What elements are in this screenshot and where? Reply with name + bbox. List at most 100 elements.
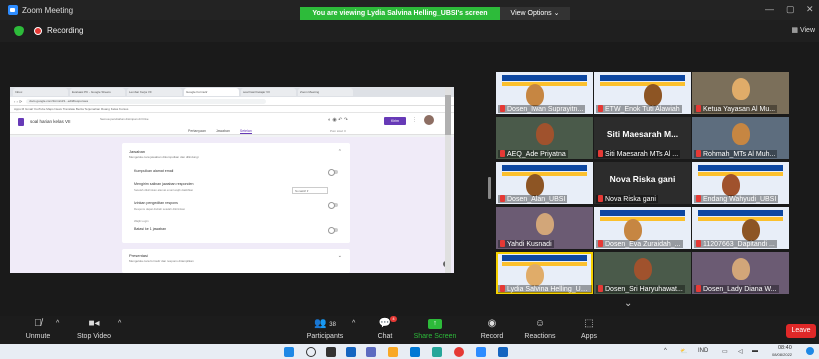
- meeting-toolbar: 🎙̸ Unmute ^ ■◂ Stop Video ^ 👥 38 Partici…: [0, 316, 819, 344]
- language-indicator[interactable]: IND: [698, 348, 708, 354]
- participant-name-label: Dosen_Eva Zuraidah_...: [596, 240, 683, 248]
- microphone-muted-icon: [598, 240, 603, 247]
- close-button[interactable]: ✕: [806, 4, 814, 15]
- record-button[interactable]: ◉ Record: [474, 316, 510, 340]
- browser-tab: Evaluasi PK - Google Sheets: [70, 88, 125, 96]
- volume-icon[interactable]: ◁: [738, 348, 743, 355]
- record-icon: ◉: [487, 318, 497, 329]
- zoom-taskbar-icon[interactable]: [476, 347, 486, 357]
- share-screen-button[interactable]: ↑ Share Screen: [410, 316, 460, 340]
- microphone-muted-icon: [500, 195, 505, 202]
- participant-tile[interactable]: Rohmah_MTs Al Muh...: [692, 117, 789, 159]
- clock-date[interactable]: 08/08/2022: [772, 352, 792, 357]
- chat-button[interactable]: 💬 4 Chat: [370, 316, 400, 340]
- chrome-icon[interactable]: [454, 347, 464, 357]
- file-explorer-icon[interactable]: [388, 347, 398, 357]
- setting-label: Izinkan pengeditan respons: [134, 201, 178, 205]
- participant-name: Dosen_Iwan Suprayitn...: [507, 106, 584, 113]
- participant-tile[interactable]: Endang Wahyudi_UBSI: [692, 162, 789, 204]
- participant-tile[interactable]: Siti Maesarah M... Siti Maesarah MTs Al .…: [594, 117, 691, 159]
- participant-name: Ketua Yayasan Al Mu...: [703, 106, 776, 113]
- participant-video-face: [742, 219, 760, 241]
- webinar-poster-image: [692, 162, 789, 194]
- participant-name: AEQ_Ade Priyatna: [507, 151, 566, 158]
- participant-tile[interactable]: Lydia Salvina Helling_UBSI: [496, 252, 593, 294]
- participant-tile[interactable]: Nova Riska gani Nova Riska gani: [594, 162, 691, 204]
- shield-icon[interactable]: [14, 26, 24, 36]
- participant-tile[interactable]: Ketua Yayasan Al Mu...: [692, 72, 789, 114]
- recording-label[interactable]: Recording: [47, 26, 83, 35]
- section-desc: Mengelola cara formulir dan respons dita…: [129, 259, 194, 263]
- reactions-button[interactable]: ☺ Reactions: [518, 316, 562, 340]
- microphone-muted-icon: [500, 150, 505, 157]
- participant-tile[interactable]: Dosen_Lady Diana W...: [692, 252, 789, 294]
- network-icon[interactable]: ▭: [722, 348, 728, 355]
- participant-name: Lydia Salvina Helling_UBSI: [507, 286, 592, 293]
- search-icon[interactable]: [306, 347, 316, 357]
- view-button[interactable]: ▦ View: [791, 26, 815, 34]
- shared-screen: Inbox Evaluasi PK - Google Sheets Lembar…: [10, 87, 454, 273]
- store-icon[interactable]: [410, 347, 420, 357]
- participant-tile[interactable]: Dosen_Sri Haryuhawat...: [594, 252, 691, 294]
- stop-video-button[interactable]: ■◂ Stop Video: [72, 316, 116, 340]
- participant-name: Dosen_Eva Zuraidah_...: [605, 241, 681, 248]
- avatar: [424, 115, 434, 125]
- microphone-muted-icon: [500, 105, 505, 112]
- battery-icon[interactable]: ▬: [752, 348, 758, 354]
- participant-tile[interactable]: Dosen_Iwan Suprayitn...: [496, 72, 593, 114]
- participant-tile[interactable]: AEQ_Ade Priyatna: [496, 117, 593, 159]
- clock-time[interactable]: 08:40: [778, 345, 792, 351]
- participant-tile[interactable]: Dosen_Eva Zuraidah_...: [594, 207, 691, 249]
- video-options-chevron-icon[interactable]: ^: [118, 320, 121, 327]
- send-button: Kirim: [384, 117, 406, 125]
- app-title: Zoom Meeting: [8, 5, 73, 15]
- chat-app-icon[interactable]: [366, 347, 376, 357]
- participant-name: 11207663_Dapitandi ...: [703, 241, 775, 248]
- participant-name-label: Endang Wahyudi_UBSI: [694, 195, 779, 203]
- participant-name-label: Siti Maesarah MTs Al ...: [596, 150, 681, 158]
- tab-questions: Pertanyaan: [188, 129, 206, 133]
- edge-icon[interactable]: [432, 347, 442, 357]
- participant-name-label: 11207663_Dapitandi ...: [694, 240, 777, 248]
- form-tabs: Pertanyaan Jawaban Setelan: [188, 129, 252, 134]
- participants-chevron-icon[interactable]: ^: [352, 320, 355, 327]
- participant-name: ETW_Enok Tuti Alawiah: [605, 106, 680, 113]
- microphone-muted-icon: [500, 285, 505, 292]
- address-bar: ‹ › ⟳ docs.google.com/forms/d/1...edit#r…: [10, 97, 454, 106]
- onedrive-icon[interactable]: ⛅: [680, 348, 687, 355]
- splitter-handle[interactable]: [488, 177, 491, 199]
- audio-options-chevron-icon[interactable]: ^: [56, 320, 59, 327]
- minimize-button[interactable]: —: [765, 4, 774, 14]
- maximize-button[interactable]: ▢: [786, 4, 795, 15]
- word-icon[interactable]: [498, 347, 508, 357]
- microphone-muted-icon: [696, 240, 701, 247]
- widgets-icon[interactable]: [346, 347, 356, 357]
- task-view-icon[interactable]: [326, 347, 336, 357]
- setting-desc: Respons dapat diubah setelah dikirimkan: [134, 207, 186, 211]
- browser-tab: Lembar Kerja VII: [127, 88, 182, 96]
- windows-start-icon[interactable]: [284, 347, 294, 357]
- responses-settings-card: Jawaban Mengelola cara jawaban dikumpulk…: [122, 143, 350, 243]
- unmute-button[interactable]: 🎙̸ Unmute: [22, 316, 54, 340]
- participant-tile[interactable]: Yahdi Kusnadi: [496, 207, 593, 249]
- notification-icon[interactable]: [806, 347, 814, 355]
- gallery-next-page-chevron-icon[interactable]: ⌄: [624, 298, 632, 309]
- setting-label: Batasi ke 1 jawaban: [134, 227, 167, 231]
- tray-chevron-icon[interactable]: ^: [664, 348, 667, 354]
- view-options-button[interactable]: View Options ⌄: [500, 7, 570, 20]
- participant-tile[interactable]: ETW_Enok Tuti Alawiah: [594, 72, 691, 114]
- participant-name: Dosen_Lady Diana W...: [703, 286, 777, 293]
- participants-button[interactable]: 👥 38 Participants: [300, 316, 350, 340]
- microphone-muted-icon: [598, 105, 603, 112]
- participant-name-label: Yahdi Kusnadi: [498, 240, 554, 248]
- participant-name-label: Dosen_Lady Diana W...: [694, 285, 779, 293]
- meeting-info-bar: Recording ▦ View: [0, 20, 819, 42]
- participant-tile[interactable]: 11207663_Dapitandi ...: [692, 207, 789, 249]
- section-title: Presentasi: [129, 253, 148, 258]
- leave-button[interactable]: Leave: [786, 324, 816, 338]
- participant-name: Dosen_Alan_UBSI: [507, 196, 566, 203]
- webinar-poster-image: [496, 162, 593, 194]
- participant-video-face: [536, 213, 554, 235]
- apps-button[interactable]: ⬚ Apps: [574, 316, 604, 340]
- participant-tile[interactable]: Dosen_Alan_UBSI: [496, 162, 593, 204]
